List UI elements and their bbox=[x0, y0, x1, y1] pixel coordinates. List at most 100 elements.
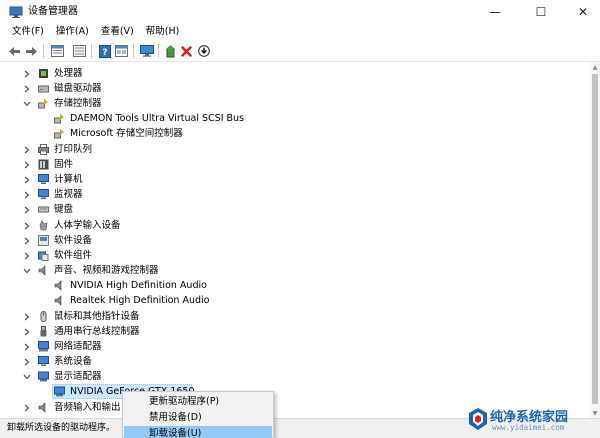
window-title: 设备管理器 bbox=[28, 6, 78, 17]
tree-item-daemon-scsi-bus[interactable]: DAEMON Tools Ultra Virtual SCSI Bus bbox=[6, 111, 586, 126]
device-manager-app-icon bbox=[9, 6, 23, 18]
printer-icon bbox=[38, 144, 49, 155]
speaker-icon bbox=[54, 280, 62, 291]
device-list-button[interactable] bbox=[72, 44, 87, 58]
chevron-right-icon bbox=[24, 206, 30, 213]
help-icon: ? bbox=[98, 44, 111, 58]
back-button[interactable] bbox=[7, 44, 22, 58]
system-device-icon bbox=[38, 356, 49, 366]
expand-chevron[interactable] bbox=[22, 159, 32, 170]
tree-item-label: Microsoft 存储空间控制器 bbox=[70, 128, 183, 139]
context-menu: 更新驱动程序(P) 禁用设备(D) 卸载设备(U) bbox=[122, 391, 274, 438]
collapse-chevron[interactable] bbox=[22, 371, 32, 382]
tree-item-label: Realtek High Definition Audio bbox=[70, 295, 210, 306]
tree-item-sound-video-game[interactable]: 声音、视频和游戏控制器 bbox=[6, 263, 586, 278]
expand-chevron[interactable] bbox=[22, 311, 32, 322]
tree-item-keyboards[interactable]: 键盘 bbox=[6, 202, 586, 217]
tree-item-computer[interactable]: 计算机 bbox=[6, 172, 586, 187]
tree-item-firmware[interactable]: 固件 bbox=[6, 157, 586, 172]
download-driver-button[interactable] bbox=[196, 44, 211, 58]
status-text: 卸载所选设备的驱动程序。 bbox=[7, 423, 116, 433]
title-bar[interactable]: 设备管理器 — ☐ ✕ bbox=[0, 0, 600, 24]
uninstall-button[interactable] bbox=[179, 44, 194, 58]
tree-item-label: 系统设备 bbox=[54, 356, 93, 367]
menu-item-disable-device[interactable]: 禁用设备(D) bbox=[124, 410, 272, 425]
chevron-down-icon bbox=[23, 101, 31, 106]
expand-chevron[interactable] bbox=[22, 326, 32, 337]
chevron-down-icon bbox=[23, 268, 31, 273]
tree-item-label: 监视器 bbox=[54, 189, 83, 200]
tree-item-display-adapters[interactable]: 显示适配器 bbox=[6, 369, 586, 384]
collapse-chevron[interactable] bbox=[22, 98, 32, 109]
menu-help[interactable]: 帮助(H) bbox=[140, 24, 186, 41]
tree-item-system-devices[interactable]: 系统设备 bbox=[6, 354, 586, 369]
expand-chevron[interactable] bbox=[22, 189, 32, 200]
tree-item-nvidia-geforce[interactable]: NVIDIA GeForce GTX 1650 bbox=[6, 384, 586, 399]
tree-item-label: 处理器 bbox=[54, 68, 83, 79]
scroll-up-arrow[interactable]: ▲ bbox=[590, 62, 600, 72]
grid-view-button[interactable] bbox=[114, 44, 129, 58]
chevron-right-icon bbox=[24, 161, 30, 168]
storage-controller-icon bbox=[54, 129, 64, 139]
expand-chevron[interactable] bbox=[22, 235, 32, 246]
tree-item-monitors[interactable]: 监视器 bbox=[6, 187, 586, 202]
expand-chevron[interactable] bbox=[22, 204, 32, 215]
uninstall-icon bbox=[181, 45, 192, 57]
menu-file[interactable]: 文件(F) bbox=[6, 24, 50, 41]
forward-button[interactable] bbox=[24, 44, 39, 58]
tree-item-software-devices[interactable]: 软件设备 bbox=[6, 233, 586, 248]
forward-icon bbox=[26, 46, 37, 56]
tree-item-label: 通用串行总线控制器 bbox=[54, 326, 140, 337]
menu-item-update-driver[interactable]: 更新驱动程序(P) bbox=[124, 394, 272, 409]
tree-item-software-components[interactable]: 软件组件 bbox=[6, 248, 586, 263]
chevron-right-icon bbox=[24, 70, 30, 77]
help-button[interactable]: ? bbox=[97, 44, 112, 58]
storage-controller-icon bbox=[38, 99, 48, 109]
expand-chevron[interactable] bbox=[22, 144, 32, 155]
device-tree[interactable]: 处理器 磁盘驱动器 存储控制器 DAEMON Tools Ultra Virtu… bbox=[6, 62, 592, 418]
collapse-chevron[interactable] bbox=[22, 265, 32, 276]
tree-item-microsoft-storage-spaces[interactable]: Microsoft 存储空间控制器 bbox=[6, 126, 586, 141]
minimize-button[interactable]: — bbox=[478, 0, 512, 24]
tree-item-mice[interactable]: 鼠标和其他指针设备 bbox=[6, 309, 586, 324]
expand-chevron[interactable] bbox=[22, 68, 32, 79]
tree-item-hid[interactable]: 人体学输入设备 bbox=[6, 218, 586, 233]
tree-item-realtek-hd-audio[interactable]: Realtek High Definition Audio bbox=[6, 293, 586, 308]
tree-item-print-queues[interactable]: 打印队列 bbox=[6, 142, 586, 157]
toolbar-separator bbox=[43, 44, 44, 58]
expand-chevron[interactable] bbox=[22, 402, 32, 413]
speaker-icon bbox=[54, 295, 62, 306]
close-button[interactable]: ✕ bbox=[566, 0, 600, 24]
tree-item-label: 网络适配器 bbox=[54, 341, 102, 352]
expand-chevron[interactable] bbox=[22, 220, 32, 231]
tree-item-network-adapters[interactable]: 网络适配器 bbox=[6, 339, 586, 354]
scan-hardware-button[interactable] bbox=[139, 44, 154, 58]
tree-item-label: 软件组件 bbox=[54, 250, 93, 261]
expand-chevron[interactable] bbox=[22, 174, 32, 185]
tree-item-storage-controllers[interactable]: 存储控制器 bbox=[6, 96, 586, 111]
update-driver-button[interactable] bbox=[163, 44, 178, 58]
disk-icon bbox=[38, 85, 49, 93]
expand-chevron[interactable] bbox=[22, 250, 32, 261]
tree-item-processors[interactable]: 处理器 bbox=[6, 66, 586, 81]
expand-chevron[interactable] bbox=[22, 356, 32, 367]
vertical-scrollbar[interactable]: ▲ ▼ bbox=[590, 62, 600, 418]
download-icon bbox=[197, 45, 210, 57]
expand-chevron[interactable] bbox=[22, 341, 32, 352]
maximize-button[interactable]: ☐ bbox=[524, 0, 558, 24]
menu-item-uninstall-device[interactable]: 卸载设备(U) bbox=[124, 426, 272, 438]
back-icon bbox=[9, 46, 20, 56]
tree-item-label: NVIDIA High Definition Audio bbox=[70, 280, 207, 291]
tree-item-disk-drives[interactable]: 磁盘驱动器 bbox=[6, 81, 586, 96]
menu-action[interactable]: 操作(A) bbox=[50, 24, 95, 41]
tree-item-usb-controllers[interactable]: 通用串行总线控制器 bbox=[6, 324, 586, 339]
expand-chevron[interactable] bbox=[22, 83, 32, 94]
scrollbar-thumb[interactable] bbox=[592, 74, 598, 404]
chevron-down-icon bbox=[23, 374, 31, 379]
hid-icon bbox=[39, 220, 48, 231]
chevron-right-icon bbox=[24, 146, 30, 153]
properties-button[interactable] bbox=[50, 44, 65, 58]
properties-icon bbox=[51, 45, 64, 57]
menu-view[interactable]: 查看(V) bbox=[95, 24, 140, 41]
tree-item-nvidia-hd-audio[interactable]: NVIDIA High Definition Audio bbox=[6, 278, 586, 293]
